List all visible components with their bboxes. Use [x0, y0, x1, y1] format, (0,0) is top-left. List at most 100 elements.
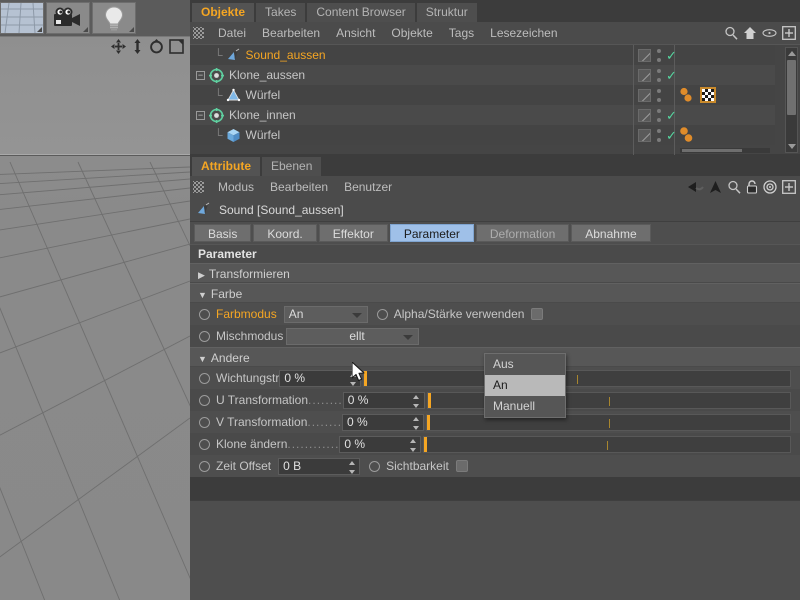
visibility-swatch-icon[interactable]: [638, 108, 651, 122]
stepper-icon[interactable]: [409, 438, 416, 452]
visibility-dots-icon[interactable]: [656, 128, 661, 142]
collapse-toggle[interactable]: −: [196, 70, 205, 80]
u-transformation-value-field[interactable]: 0 %: [342, 391, 425, 409]
animate-radio-icon[interactable]: [199, 372, 210, 384]
object-tree-hscrollbar[interactable]: [680, 148, 770, 153]
sichtbarkeit-radio-icon[interactable]: [369, 460, 381, 472]
animate-radio-icon[interactable]: [199, 394, 210, 406]
animate-radio-icon[interactable]: [199, 416, 210, 428]
visibility-dots-icon[interactable]: [656, 108, 661, 122]
row-farbmodus[interactable]: Farbmodus An Alpha/Stärke verwenden: [190, 303, 800, 325]
object-tags-wuerfel-2[interactable]: [678, 125, 696, 145]
back-arrow-icon[interactable]: [687, 180, 704, 194]
object-manager-menubar[interactable]: Datei Bearbeiten Ansicht Objekte Tags Le…: [190, 22, 800, 44]
visibility-dots-icon[interactable]: [656, 68, 661, 82]
animate-radio-icon[interactable]: [199, 330, 210, 342]
checker-texture-tag-icon[interactable]: [700, 87, 716, 103]
slider-handle[interactable]: [427, 392, 431, 408]
enabled-check-icon[interactable]: ✓: [666, 109, 677, 122]
3d-viewport[interactable]: [0, 36, 190, 600]
search-icon[interactable]: [724, 26, 738, 40]
row-tags[interactable]: ✓: [638, 105, 677, 125]
tab-deformation[interactable]: Deformation: [475, 224, 570, 242]
klone-aendern-slider[interactable]: [423, 435, 791, 453]
plus-box-icon[interactable]: [782, 26, 796, 40]
stepper-icon[interactable]: [413, 394, 420, 408]
stepper-icon[interactable]: [349, 372, 356, 386]
group-farbe[interactable]: ▼ Farbe: [190, 283, 800, 303]
row-zeit-offset[interactable]: Zeit Offset 0 B Sichtbarkeit: [190, 455, 800, 477]
enabled-check-icon[interactable]: ✓: [666, 69, 677, 82]
visibility-dots-icon[interactable]: [656, 88, 661, 102]
object-manager-tabbar[interactable]: Objekte Takes Content Browser Struktur: [190, 0, 800, 22]
scroll-up-arrow-icon[interactable]: [788, 51, 796, 56]
orange-dot-tag-icon[interactable]: [678, 87, 696, 103]
slider-handle[interactable]: [427, 414, 431, 430]
tab-objekte[interactable]: Objekte: [192, 3, 255, 22]
wichtung-slider[interactable]: [363, 369, 791, 387]
table-row[interactable]: − Klone_innen: [190, 105, 775, 125]
render-view-button[interactable]: [0, 2, 44, 34]
tab-struktur[interactable]: Struktur: [416, 3, 477, 22]
enabled-check-icon[interactable]: ✓: [666, 129, 677, 142]
table-row[interactable]: − Klone_aussen: [190, 65, 775, 85]
orange-dot-tag-icon[interactable]: [678, 126, 696, 144]
row-klone-aendern[interactable]: Klone ändern ............ 0 %: [190, 433, 800, 455]
row-tags[interactable]: ✓: [638, 45, 677, 65]
render-region-icon[interactable]: [169, 39, 184, 54]
farbmodus-dropdown[interactable]: An: [283, 305, 368, 323]
object-tags-wuerfel-1[interactable]: [678, 85, 716, 105]
table-row[interactable]: └ Sound_aussen: [190, 45, 775, 65]
home-icon[interactable]: [743, 26, 757, 40]
panel-grip[interactable]: [193, 27, 204, 39]
animate-radio-icon[interactable]: [199, 460, 210, 472]
tab-effektor[interactable]: Effektor: [318, 224, 388, 242]
tab-basis[interactable]: Basis: [194, 224, 252, 242]
stepper-icon[interactable]: [412, 416, 419, 430]
enabled-check-icon[interactable]: ✓: [666, 49, 677, 62]
object-manager-toolbar-icons[interactable]: [724, 22, 796, 44]
attribute-manager-menubar[interactable]: Modus Bearbeiten Benutzer: [190, 176, 800, 198]
tab-abnahme[interactable]: Abnahme: [571, 224, 651, 242]
alpha-staerke-checkbox[interactable]: [531, 308, 544, 320]
visibility-swatch-icon[interactable]: [638, 68, 651, 82]
eye-icon[interactable]: [762, 28, 777, 38]
row-tags[interactable]: ✓: [638, 125, 677, 145]
visibility-swatch-icon[interactable]: [638, 128, 651, 142]
menu-datei[interactable]: Datei: [210, 22, 254, 44]
sichtbarkeit-checkbox[interactable]: [455, 460, 468, 472]
visibility-dots-icon[interactable]: [656, 48, 661, 62]
menu-modus[interactable]: Modus: [210, 176, 262, 198]
rotate-icon[interactable]: [149, 39, 164, 54]
menu-lesezeichen[interactable]: Lesezeichen: [482, 22, 565, 44]
v-transformation-slider[interactable]: [426, 413, 791, 431]
collapse-toggle[interactable]: −: [196, 110, 205, 120]
menu-item-an[interactable]: An: [485, 375, 565, 396]
tab-attribute[interactable]: Attribute: [192, 157, 260, 176]
u-transformation-slider[interactable]: [426, 391, 791, 409]
animate-radio-icon[interactable]: [199, 308, 210, 320]
menu-bearbeiten[interactable]: Bearbeiten: [262, 176, 336, 198]
farbmodus-dropdown-menu[interactable]: Aus An Manuell: [484, 353, 566, 418]
tab-content-browser[interactable]: Content Browser: [307, 3, 415, 22]
tab-parameter[interactable]: Parameter: [389, 224, 474, 242]
slider-handle[interactable]: [424, 436, 428, 452]
menu-ansicht[interactable]: Ansicht: [328, 22, 383, 44]
lock-icon[interactable]: [746, 180, 758, 194]
group-transformieren[interactable]: ▶ Transformieren: [190, 263, 800, 283]
camera-button[interactable]: [46, 2, 90, 34]
visibility-swatch-icon[interactable]: [638, 48, 651, 62]
scale-icon[interactable]: [131, 39, 144, 54]
move-icon[interactable]: [111, 39, 126, 54]
zeit-offset-value-field[interactable]: 0 B: [278, 457, 361, 475]
object-manager[interactable]: └ Sound_aussen − Klone_aussen └ Würfel −…: [190, 44, 800, 155]
menu-tags[interactable]: Tags: [441, 22, 482, 44]
object-tree-scrollbar[interactable]: [785, 47, 798, 153]
wichtung-value-field[interactable]: 0 %: [279, 369, 362, 387]
klone-aendern-value-field[interactable]: 0 %: [339, 435, 422, 453]
search-icon[interactable]: [727, 180, 741, 194]
tab-takes[interactable]: Takes: [256, 3, 306, 22]
menu-objekte[interactable]: Objekte: [383, 22, 440, 44]
alpha-staerke-radio-icon[interactable]: [376, 308, 388, 320]
attribute-manager-tabbar[interactable]: Attribute Ebenen: [190, 154, 800, 176]
